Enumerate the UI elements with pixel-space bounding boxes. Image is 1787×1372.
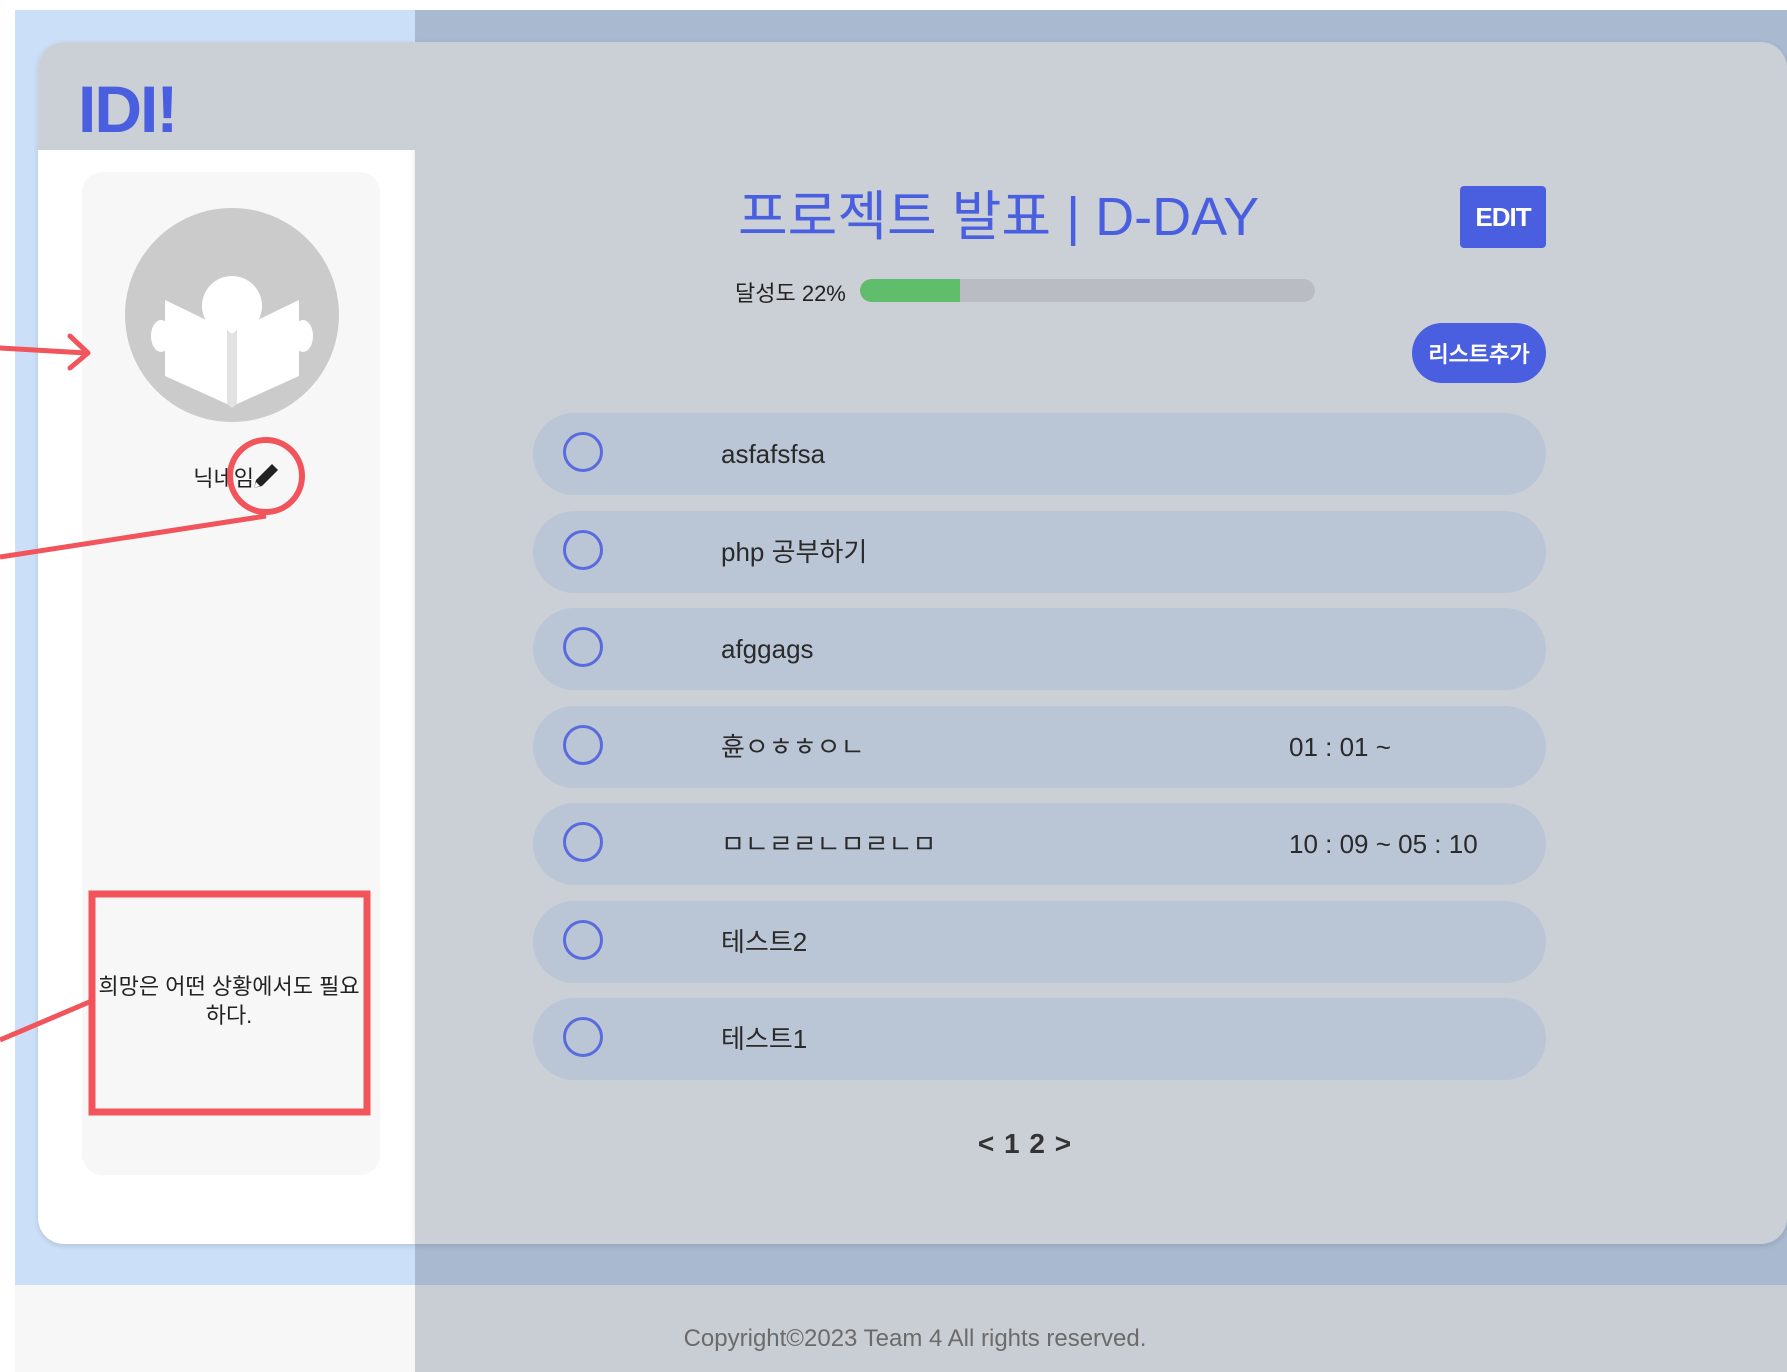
todo-text: asfafsfsa	[721, 439, 826, 469]
progress-bar	[860, 279, 1315, 302]
pagination[interactable]: < 1 2 >	[960, 1128, 1090, 1160]
todo-item[interactable]: asfafsfsa	[533, 413, 1546, 495]
progress-label: 달성도 22%	[735, 281, 846, 306]
progress-fill	[860, 279, 961, 302]
todo-item[interactable]: ㅁㄴㄹㄹㄴㅁㄹㄴㅁ 10 : 09 ~ 05 : 10	[533, 803, 1546, 885]
todo-item[interactable]: php 공부하기	[533, 510, 1546, 593]
todo-time: 10 : 09 ~ 05 : 10	[1289, 829, 1478, 859]
avatar	[125, 208, 339, 422]
todo-time: 01 : 01 ~	[1289, 731, 1391, 762]
todo-checkbox[interactable]	[563, 529, 603, 570]
app-logo[interactable]: IDI!	[78, 76, 178, 142]
top-strip	[0, 0, 1787, 10]
todo-list: asfafsfsa php 공부하기 afggags 휸ㅇㅎㅎㅇㄴ 01 : 01 ~ ㅁ…	[533, 413, 1546, 1096]
todo-text: 테스트2	[721, 926, 808, 957]
todo-text: 테스트1	[721, 1024, 808, 1054]
copyright-text: Copyright©2023 Team 4 All rights reserve…	[683, 1325, 1147, 1352]
todo-text: ㅁㄴㄹㄹㄴㅁㄹㄴㅁ	[721, 829, 937, 859]
todo-item[interactable]: 테스트2	[533, 900, 1546, 983]
add-list-button[interactable]: 리스트추가	[1412, 323, 1546, 383]
todo-text: php 공부하기	[721, 536, 868, 567]
todo-checkbox[interactable]	[563, 724, 603, 765]
todo-checkbox[interactable]	[563, 919, 603, 960]
page-title: 프로젝트 발표 | D-DAY	[738, 187, 1260, 247]
footer-left	[15, 1285, 415, 1372]
todo-checkbox[interactable]	[563, 822, 603, 862]
pencil-icon[interactable]	[248, 458, 284, 494]
todo-checkbox[interactable]	[563, 432, 603, 472]
todo-text: 휸ㅇㅎㅎㅇㄴ	[721, 731, 865, 762]
quote-text: 희망은 어떤 상황에서도 필요하다.	[98, 974, 360, 1028]
todo-item[interactable]: 테스트1	[533, 998, 1546, 1080]
reading-book-icon	[151, 276, 313, 408]
todo-item[interactable]: 휸ㅇㅎㅎㅇㄴ 01 : 01 ~	[533, 705, 1546, 788]
nickname-label: 닉네임	[193, 466, 254, 491]
todo-text: afggags	[721, 634, 814, 664]
todo-checkbox[interactable]	[563, 1017, 603, 1057]
todo-checkbox[interactable]	[563, 627, 603, 667]
todo-item[interactable]: afggags	[533, 608, 1546, 690]
edit-button[interactable]: EDIT	[1460, 186, 1546, 248]
